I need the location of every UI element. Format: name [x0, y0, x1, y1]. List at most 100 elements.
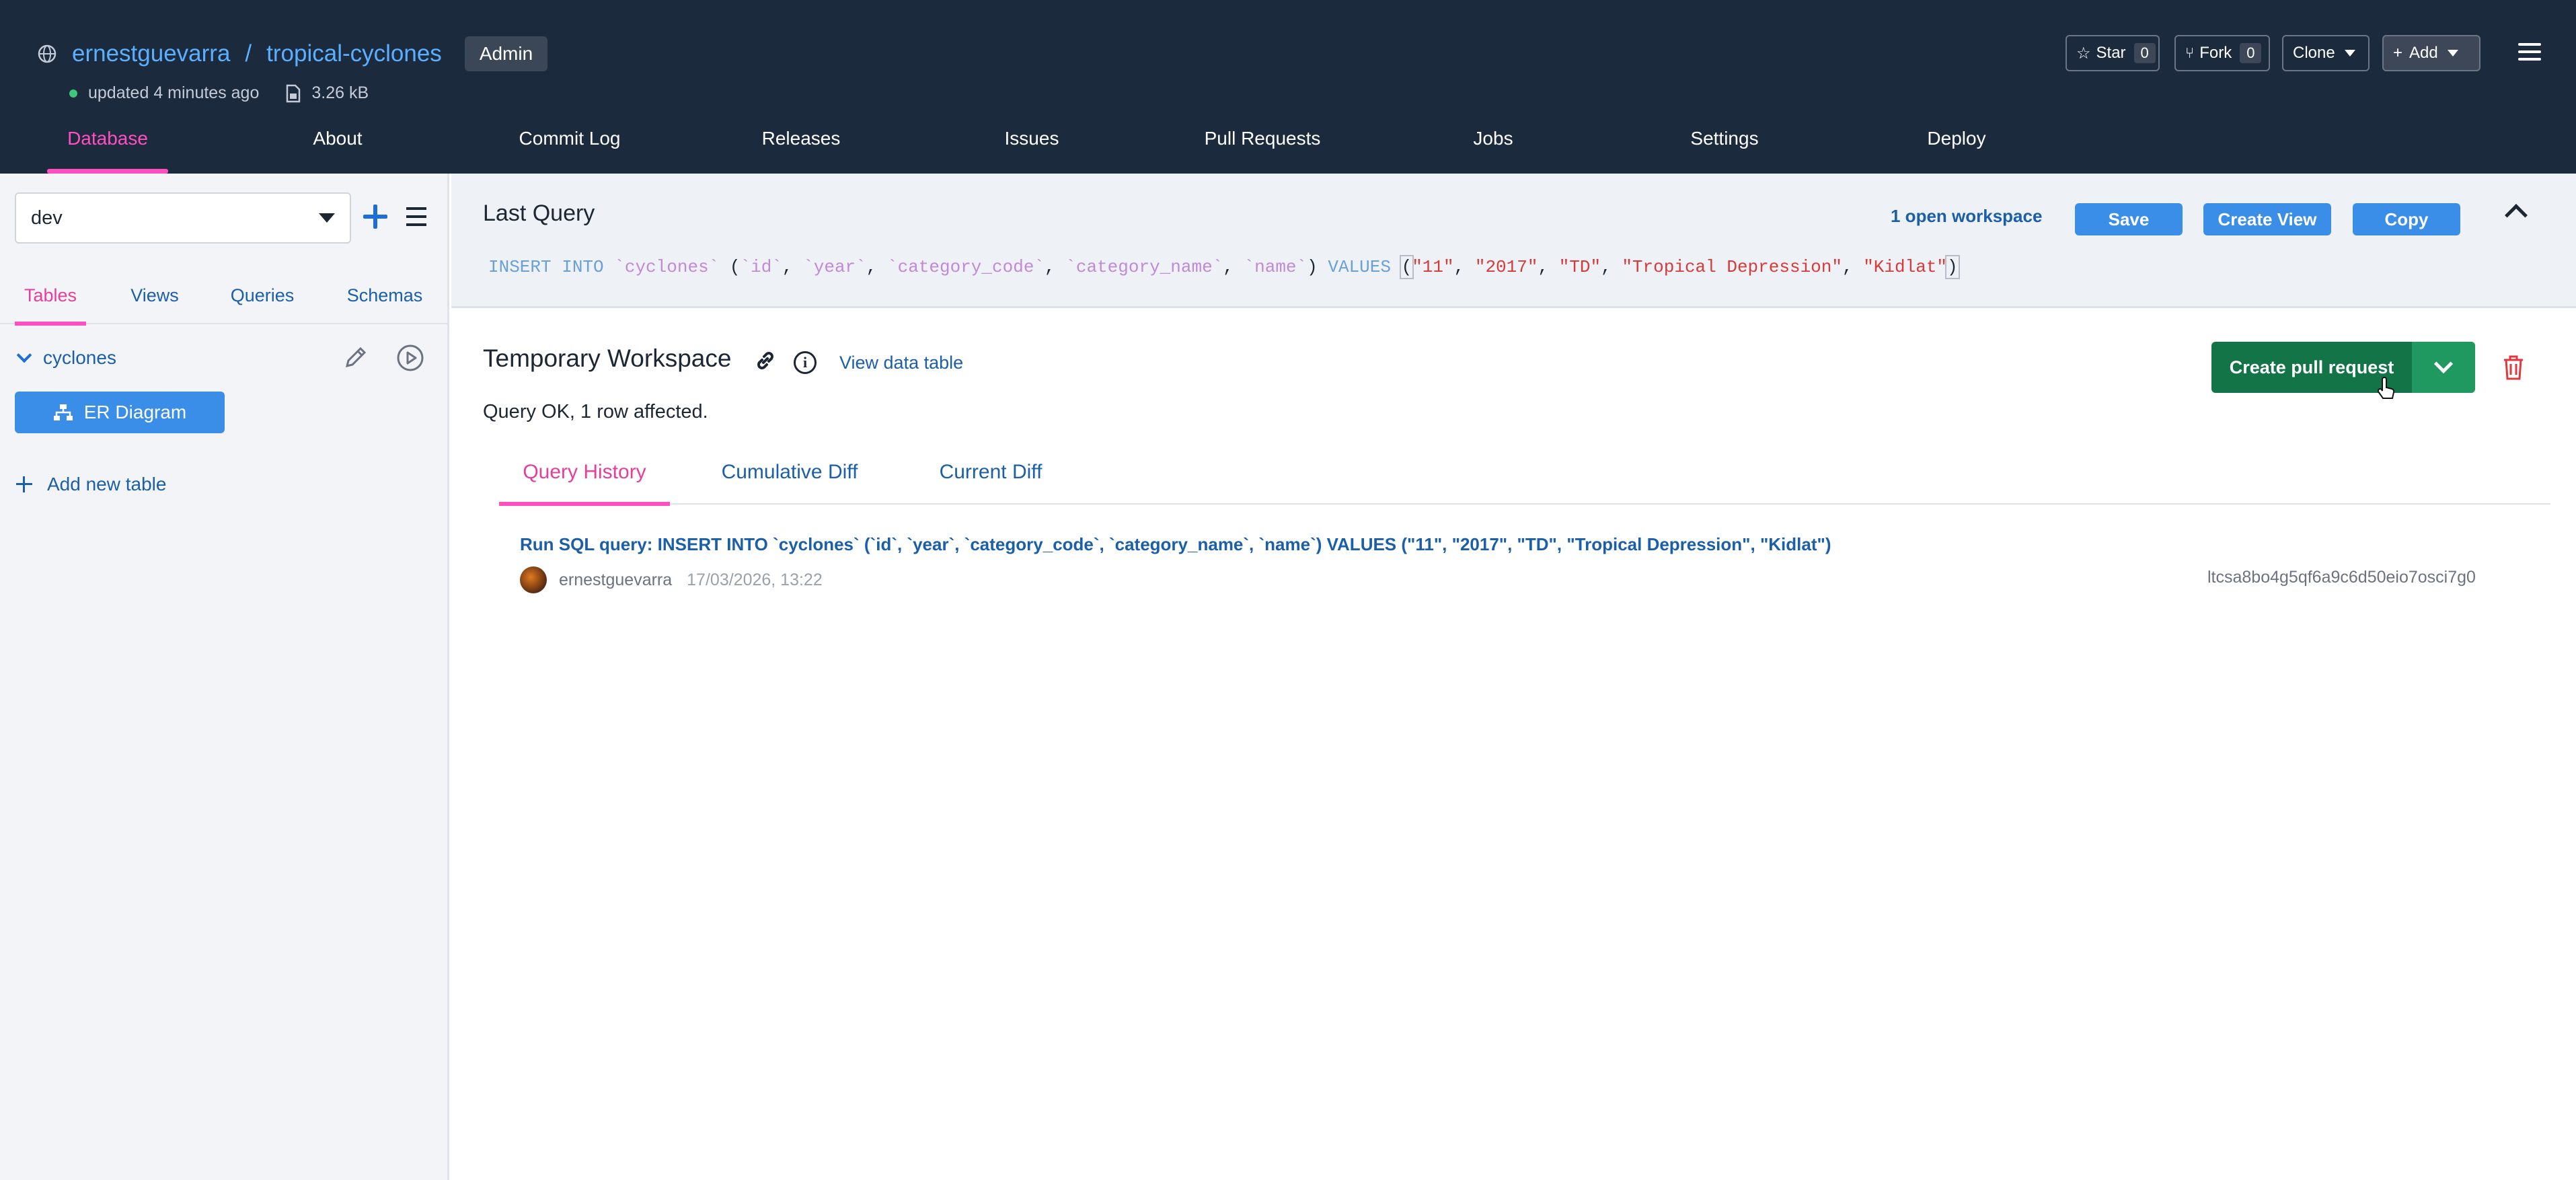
er-diagram-button[interactable]: ER Diagram [15, 392, 225, 433]
hand-cursor-icon [2377, 377, 2395, 399]
sql-col: `id` [740, 257, 782, 277]
sql-value: "Tropical Depression" [1622, 257, 1842, 277]
er-diagram-label: ER Diagram [83, 402, 187, 422]
add-new-table-button[interactable]: Add new table [16, 474, 166, 495]
add-label: Add [2409, 44, 2438, 62]
star-icon: ☆ [2076, 44, 2091, 63]
sql-value: "TD" [1558, 257, 1601, 277]
star-label: Star [2096, 44, 2126, 62]
list-menu-icon[interactable] [406, 207, 426, 226]
repo-meta: updated 4 minutes ago 3.26 kB [69, 83, 369, 103]
pull-request-options-button[interactable] [2412, 342, 2475, 393]
sql-query-text: INSERT INTO `cyclones` (`id`, `year`, `c… [488, 255, 1960, 279]
fork-label: Fork [2199, 44, 2232, 62]
tab-commit-log[interactable]: Commit Log [504, 121, 635, 174]
tab-query-history[interactable]: Query History [499, 441, 670, 506]
history-user: ernestguevarra [559, 570, 673, 589]
sql-col: `name` [1244, 257, 1308, 277]
branch-select[interactable]: dev [15, 192, 351, 244]
branch-value: dev [31, 207, 63, 229]
avatar [520, 566, 547, 593]
link-icon[interactable] [753, 348, 778, 373]
tab-about[interactable]: About [296, 121, 379, 174]
star-count: 0 [2133, 43, 2156, 63]
chevron-down-icon[interactable] [16, 347, 32, 363]
diagram-icon [53, 404, 73, 420]
sidebar-tab-queries[interactable]: Queries [225, 274, 300, 324]
repo-nav: Database About Commit Log Releases Issue… [0, 121, 2576, 174]
tab-releases[interactable]: Releases [753, 121, 849, 174]
updated-text: updated 4 minutes ago [88, 83, 260, 102]
sql-value: "11" [1412, 257, 1454, 277]
tab-pull-requests[interactable]: Pull Requests [1197, 121, 1328, 174]
repo-size: 3.26 kB [311, 83, 369, 102]
workspace-tabs: Query History Cumulative Diff Current Di… [499, 441, 2550, 506]
plus-icon [16, 476, 32, 492]
tab-cumulative-diff[interactable]: Cumulative Diff [714, 441, 865, 505]
last-query-title: Last Query [483, 200, 595, 226]
sidebar-tab-schemas[interactable]: Schemas [339, 274, 430, 324]
fork-count: 0 [2240, 43, 2262, 63]
repo-breadcrumb: ernestguevarra / tropical-cyclones Admin [37, 35, 548, 73]
sidebar-tabs: Tables Views Queries Schemas [0, 274, 447, 326]
file-size-icon [287, 84, 301, 102]
clone-label: Clone [2293, 44, 2335, 62]
info-icon[interactable]: i [794, 351, 817, 374]
plus-icon: + [2393, 44, 2403, 62]
play-circle-icon[interactable] [395, 343, 425, 373]
last-query-panel: Last Query 1 open workspace Save Create … [451, 174, 2576, 308]
workspace-title: Temporary Workspace [483, 344, 732, 372]
repo-owner-link[interactable]: ernestguevarra [72, 40, 230, 67]
tab-deploy[interactable]: Deploy [1920, 121, 1994, 174]
chevron-up-icon[interactable] [2505, 204, 2528, 227]
breadcrumb-separator: / [245, 40, 252, 67]
sql-col: `category_name` [1065, 257, 1223, 277]
create-pull-request-button[interactable]: Create pull request [2211, 342, 2475, 393]
tab-settings[interactable]: Settings [1681, 121, 1768, 174]
fork-button[interactable]: ⑂ Fork 0 [2174, 35, 2270, 71]
tab-database[interactable]: Database [47, 121, 168, 174]
create-view-button[interactable]: Create View [2203, 203, 2331, 235]
sql-col: `year` [803, 257, 866, 277]
sidebar: dev Tables Views Queries Schemas cyclone… [0, 174, 449, 1180]
pencil-icon[interactable] [342, 344, 369, 371]
repo-name-link[interactable]: tropical-cyclones [266, 40, 442, 67]
tab-current-diff[interactable]: Current Diff [930, 441, 1052, 505]
chevron-down-icon [2433, 354, 2454, 374]
chevron-down-icon [2344, 50, 2355, 57]
hamburger-menu-icon[interactable] [2518, 43, 2541, 63]
add-button[interactable]: + Add [2382, 35, 2480, 71]
tab-jobs[interactable]: Jobs [1466, 121, 1520, 174]
history-meta: ernestguevarra 17/03/2026, 13:22 [520, 566, 823, 593]
sql-keyword: VALUES [1328, 257, 1391, 277]
sql-table: `cyclones` [614, 257, 720, 277]
status-dot [69, 89, 77, 98]
add-new-table-label: Add new table [47, 474, 167, 494]
role-badge: Admin [464, 36, 548, 71]
sql-keyword: INSERT INTO [488, 257, 604, 277]
sql-col: `category_code` [886, 257, 1045, 277]
sidebar-tab-tables[interactable]: Tables [15, 274, 86, 326]
history-query-link[interactable]: Run SQL query: INSERT INTO `cyclones` (`… [520, 534, 1831, 555]
tab-issues[interactable]: Issues [995, 121, 1068, 174]
add-plus-icon[interactable] [363, 205, 387, 229]
copy-button[interactable]: Copy [2353, 203, 2460, 235]
sidebar-tab-views[interactable]: Views [121, 274, 188, 324]
open-workspace-link[interactable]: 1 open workspace [1891, 206, 2042, 227]
fork-icon: ⑂ [2185, 44, 2195, 61]
query-status-text: Query OK, 1 row affected. [483, 401, 708, 422]
view-data-table-link[interactable]: View data table [839, 353, 963, 373]
clone-button[interactable]: Clone [2282, 35, 2370, 71]
sql-value: "2017" [1474, 257, 1538, 277]
save-button[interactable]: Save [2075, 203, 2183, 235]
trash-icon[interactable] [2502, 354, 2525, 381]
repo-header: ernestguevarra / tropical-cyclones Admin… [0, 0, 2576, 174]
star-button[interactable]: ☆ Star 0 [2066, 35, 2160, 71]
globe-icon [38, 44, 56, 63]
chevron-down-icon [319, 213, 335, 223]
history-timestamp: 17/03/2026, 13:22 [687, 570, 823, 589]
table-name[interactable]: cyclones [43, 347, 116, 369]
commit-hash: ltcsa8bo4g5qf6a9c6d50eio7osci7g0 [2207, 568, 2476, 587]
table-item-cyclones[interactable]: cyclones [15, 338, 432, 378]
sql-value: "Kidlat" [1863, 257, 1948, 277]
